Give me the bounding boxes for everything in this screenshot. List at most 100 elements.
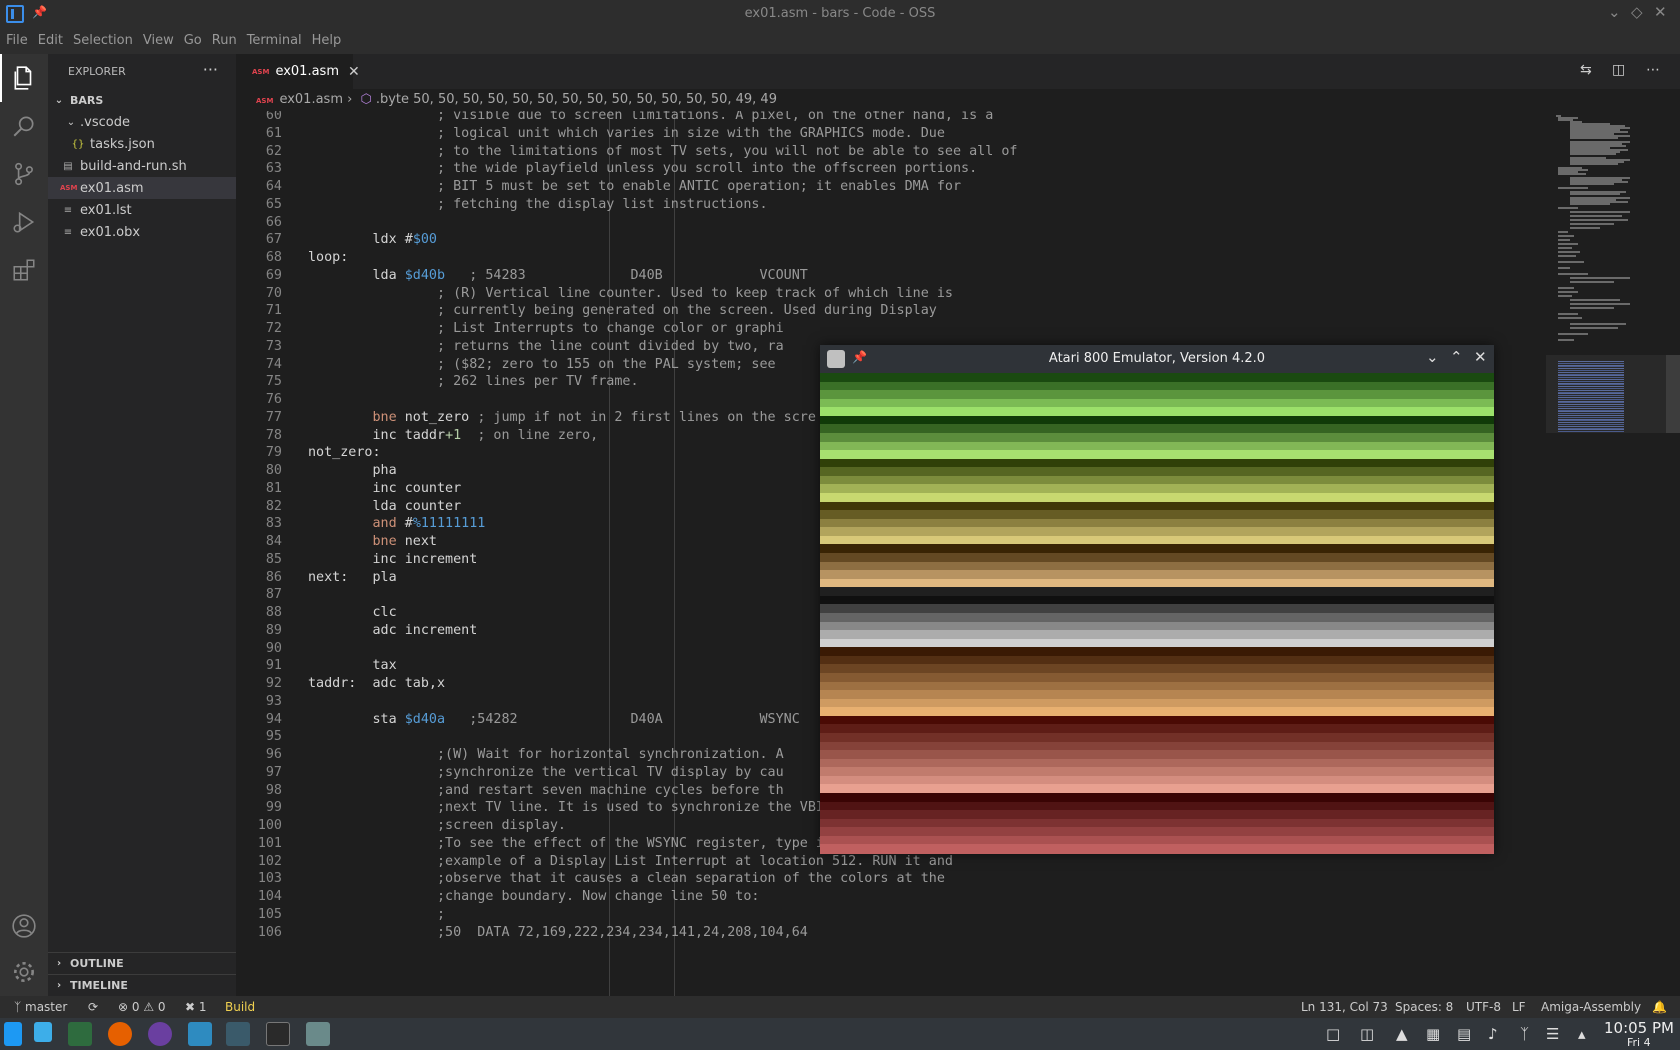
menu-help[interactable]: Help bbox=[306, 28, 346, 48]
minimap-line bbox=[1558, 267, 1570, 269]
minimize-icon[interactable]: ⌄ bbox=[1608, 3, 1621, 21]
code-line[interactable]: 61 ; logical unit which varies in size w… bbox=[236, 124, 1546, 143]
file-manager-icon[interactable] bbox=[188, 1022, 212, 1046]
notifications-icon[interactable]: 🔔 bbox=[1652, 1000, 1667, 1014]
problems-status[interactable]: ⊗ 0 ⚠ 0 bbox=[118, 1000, 166, 1014]
updates-icon[interactable]: ▲ bbox=[1396, 1025, 1408, 1043]
code-line[interactable]: 65 ; fetching the display list instructi… bbox=[236, 195, 1546, 214]
code-line[interactable]: 62 ; to the limitations of most TV sets,… bbox=[236, 142, 1546, 161]
minimize-icon[interactable]: ⌄ bbox=[1426, 348, 1439, 366]
chevron-right-icon: › bbox=[56, 958, 62, 969]
menu-terminal[interactable]: Terminal bbox=[241, 28, 306, 48]
clock-time[interactable]: 10:05 PM bbox=[1604, 1019, 1674, 1037]
tray-expand-icon[interactable]: ▴ bbox=[1578, 1025, 1586, 1043]
scrollbar-thumb[interactable] bbox=[1666, 355, 1680, 433]
more-actions-icon[interactable]: ⋯ bbox=[1646, 62, 1660, 78]
line-number: 91 bbox=[265, 658, 282, 674]
volume-icon[interactable]: ♪ bbox=[1488, 1025, 1498, 1043]
tree-item-ex01-lst[interactable]: ≡ ex01.lst bbox=[48, 199, 236, 221]
code-line[interactable]: 106 ;50 DATA 72,169,222,234,234,141,24,2… bbox=[236, 923, 1546, 942]
cursor-position[interactable]: Ln 131, Col 73 bbox=[1301, 1000, 1388, 1014]
close-icon[interactable]: ✕ bbox=[1474, 348, 1487, 366]
tools-status[interactable]: ✖ 1 bbox=[185, 1000, 207, 1014]
code-line[interactable]: 72 ; List Interrupts to change color or … bbox=[236, 319, 1546, 338]
wifi-icon[interactable]: ☰ bbox=[1546, 1025, 1559, 1043]
encoding[interactable]: UTF-8 bbox=[1466, 1000, 1501, 1014]
files-icon bbox=[14, 66, 32, 90]
tab-ex01-asm[interactable]: ASM ex01.asm ✕ bbox=[236, 54, 360, 89]
end-of-line[interactable]: LF bbox=[1512, 1000, 1526, 1014]
menu-run[interactable]: Run bbox=[206, 28, 241, 48]
more-actions-icon[interactable]: ··· bbox=[203, 60, 218, 79]
terminal-taskbar-icon[interactable] bbox=[68, 1022, 92, 1046]
trash-icon[interactable]: ◫ bbox=[1360, 1025, 1374, 1043]
manage-activity[interactable] bbox=[0, 948, 48, 996]
breadcrumb-symbol[interactable]: .byte 50, 50, 50, 50, 50, 50, 50, 50, 50… bbox=[376, 92, 777, 107]
emulator-title-bar[interactable]: 📌 Atari 800 Emulator, Version 4.2.0 ⌄ ⌃ … bbox=[820, 345, 1494, 373]
menu-view[interactable]: View bbox=[137, 28, 178, 48]
tree-item-ex01-asm[interactable]: ASM ex01.asm bbox=[48, 177, 236, 199]
code-line[interactable]: 71 ; currently being generated on the sc… bbox=[236, 301, 1546, 320]
menu-selection[interactable]: Selection bbox=[67, 28, 137, 48]
explorer-activity[interactable] bbox=[0, 54, 48, 102]
minimap-line bbox=[1558, 231, 1568, 233]
minimap-line bbox=[1570, 327, 1618, 329]
show-desktop-icon[interactable]: □ bbox=[1326, 1025, 1340, 1043]
menu-go[interactable]: Go bbox=[178, 28, 206, 48]
maximize-icon[interactable]: ⌃ bbox=[1450, 348, 1463, 366]
code-line[interactable]: 68 loop: bbox=[236, 248, 1546, 267]
workspace-root[interactable]: ⌄ BARS bbox=[48, 89, 236, 111]
firefox-icon[interactable] bbox=[108, 1022, 132, 1046]
indentation[interactable]: Spaces: 8 bbox=[1395, 1000, 1453, 1014]
branch-status[interactable]: ᛉ master bbox=[14, 1000, 67, 1014]
tree-item-vscode[interactable]: ⌄ .vscode bbox=[48, 111, 236, 133]
close-tab-icon[interactable]: ✕ bbox=[348, 64, 360, 80]
emulator-window[interactable]: 📌 Atari 800 Emulator, Version 4.2.0 ⌄ ⌃ … bbox=[820, 345, 1494, 855]
build-status[interactable]: Build bbox=[225, 1000, 255, 1014]
tree-item-tasks-json[interactable]: {} tasks.json bbox=[48, 133, 236, 155]
accounts-activity[interactable] bbox=[0, 902, 48, 950]
console-taskbar-icon[interactable] bbox=[266, 1022, 290, 1046]
emulator-display[interactable] bbox=[820, 373, 1494, 855]
minimap-line bbox=[1558, 273, 1588, 275]
language-mode[interactable]: Amiga-Assembly bbox=[1541, 1000, 1641, 1014]
code-line[interactable]: 64 ; BIT 5 must be set to enable ANTIC o… bbox=[236, 177, 1546, 196]
minimap[interactable] bbox=[1546, 111, 1666, 996]
vertical-scrollbar[interactable] bbox=[1666, 111, 1680, 996]
app-launcher-icon[interactable] bbox=[4, 1022, 22, 1046]
bluetooth-icon[interactable]: ᛉ bbox=[1520, 1025, 1529, 1043]
eclipse-icon[interactable] bbox=[148, 1022, 172, 1046]
code-line[interactable]: 105 ; bbox=[236, 905, 1546, 924]
timeline-section[interactable]: › TIMELINE bbox=[48, 974, 236, 996]
code-line[interactable]: 104 ;change boundary. Now change line 50… bbox=[236, 887, 1546, 906]
vscode-taskbar-icon[interactable] bbox=[226, 1022, 250, 1046]
code-line[interactable]: 103 ;observe that it causes a clean sepa… bbox=[236, 869, 1546, 888]
sync-icon[interactable]: ⟳ bbox=[88, 1000, 98, 1014]
line-number: 95 bbox=[265, 729, 282, 745]
breadcrumb-file[interactable]: ex01.asm bbox=[279, 92, 343, 107]
active-indicator bbox=[0, 54, 2, 102]
split-editor-icon[interactable]: ◫ bbox=[1612, 62, 1625, 78]
outline-section[interactable]: › OUTLINE bbox=[48, 952, 236, 974]
extensions-activity[interactable] bbox=[0, 246, 48, 294]
code-text: ; the wide playfield unless you scroll i… bbox=[437, 161, 978, 177]
desktop-icon[interactable] bbox=[34, 1022, 52, 1042]
close-icon[interactable]: ✕ bbox=[1654, 3, 1667, 21]
code-line[interactable]: 66 bbox=[236, 213, 1546, 232]
code-line[interactable]: 67 ldx #$00 bbox=[236, 230, 1546, 249]
menu-file[interactable]: File bbox=[0, 28, 32, 48]
source-control-activity[interactable] bbox=[0, 150, 48, 198]
search-activity[interactable] bbox=[0, 102, 48, 150]
code-line[interactable]: 70 ; (R) Vertical line counter. Used to … bbox=[236, 284, 1546, 303]
tree-item-ex01-obx[interactable]: ≡ ex01.obx bbox=[48, 221, 236, 243]
tree-item-build-and-run[interactable]: ▤ build-and-run.sh bbox=[48, 155, 236, 177]
code-line[interactable]: 69 lda $d40b ; 54283 D40B VCOUNT bbox=[236, 266, 1546, 285]
menu-edit[interactable]: Edit bbox=[32, 28, 67, 48]
clipboard-icon[interactable]: ▤ bbox=[1457, 1025, 1471, 1043]
code-line[interactable]: 63 ; the wide playfield unless you scrol… bbox=[236, 159, 1546, 178]
open-changes-icon[interactable]: ⇆ bbox=[1580, 62, 1592, 78]
run-debug-activity[interactable] bbox=[0, 198, 48, 246]
console-tray-icon[interactable]: ▦ bbox=[1426, 1025, 1440, 1043]
maximize-icon[interactable]: ◇ bbox=[1631, 3, 1643, 21]
atari-taskbar-icon[interactable] bbox=[306, 1022, 330, 1046]
